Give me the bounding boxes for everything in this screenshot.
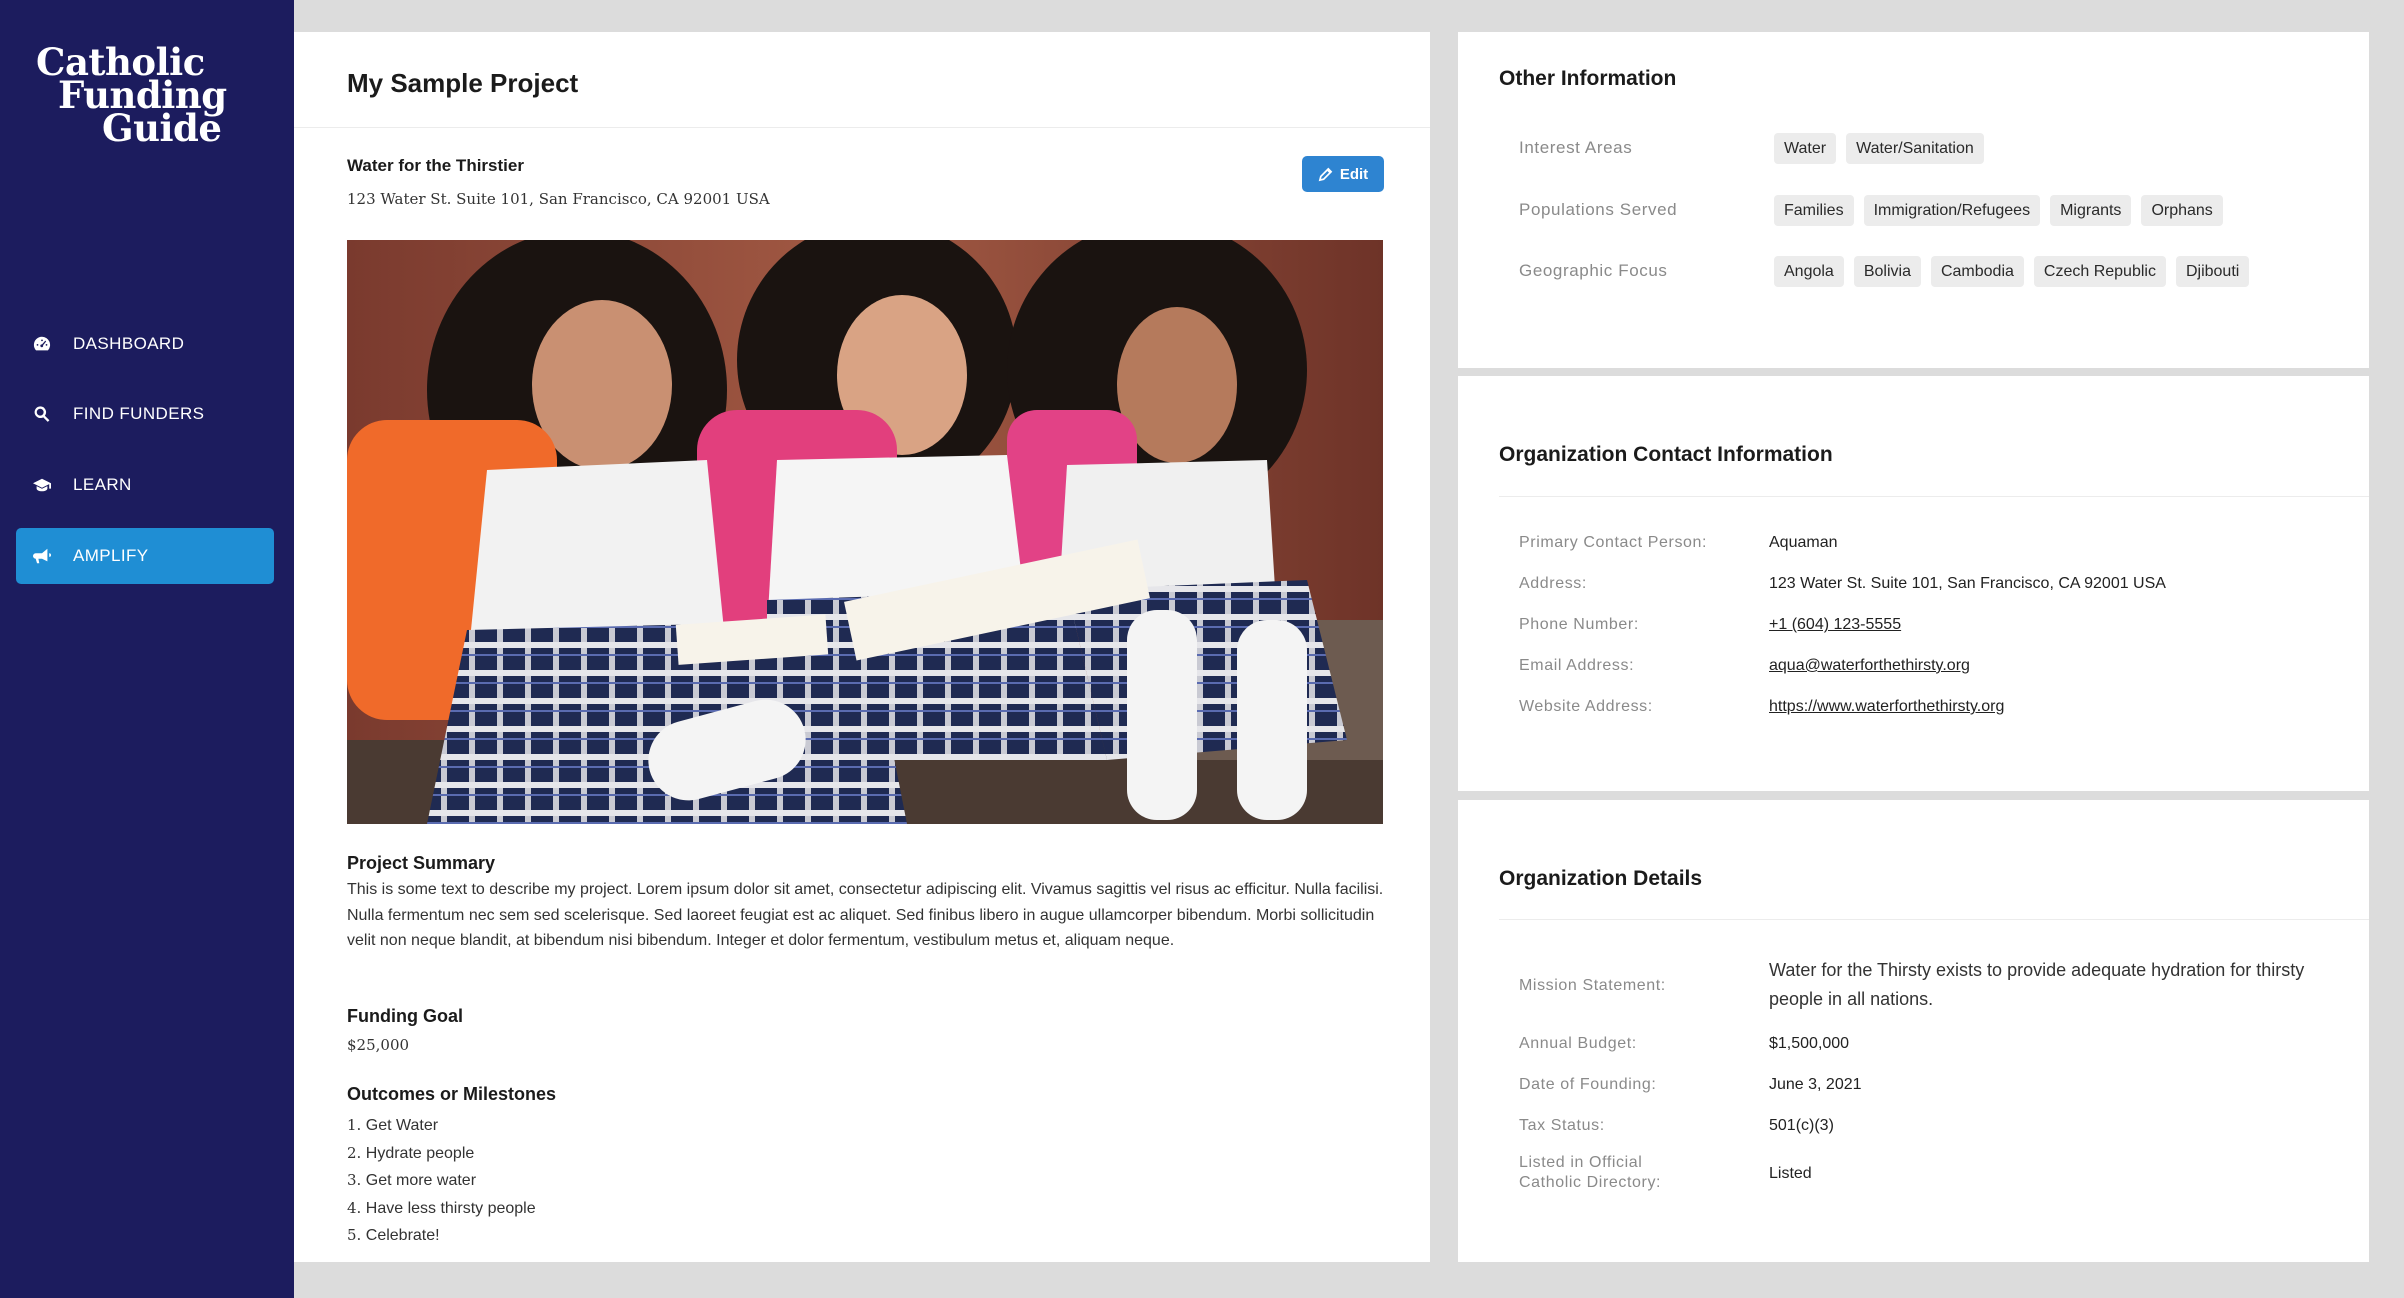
milestones-heading: Outcomes or Milestones xyxy=(347,1084,557,1104)
nav-label-amplify: AMPLIFY xyxy=(73,546,149,565)
tag: Immigration/Refugees xyxy=(1863,195,2041,226)
dashboard-icon xyxy=(32,334,52,354)
project-card: My Sample Project Water for the Thirstie… xyxy=(294,32,1430,1262)
email-link[interactable]: aqua@waterforthethirsty.org xyxy=(1769,656,1970,676)
list-item-number: 3. xyxy=(347,1171,362,1189)
nav-label-dashboard: DASHBOARD xyxy=(73,334,185,353)
project-header: My Sample Project xyxy=(294,32,1430,128)
interest-areas-tags: Water Water/Sanitation xyxy=(1774,133,1984,164)
organization-details-card: Organization Details Mission Statement: … xyxy=(1458,800,2369,1262)
tag: Orphans xyxy=(2141,195,2223,226)
address-value: 123 Water St. Suite 101, San Francisco, … xyxy=(1769,575,2166,592)
milestones-list: 1. Get Water 2. Hydrate people 3. Get mo… xyxy=(347,1112,536,1250)
website-link[interactable]: https://www.waterforthethirsty.org xyxy=(1769,697,2004,717)
contact-information-title: Organization Contact Information xyxy=(1499,443,1833,466)
organization-details-title: Organization Details xyxy=(1499,867,1703,890)
catholic-directory-label-line-1: Listed in Official xyxy=(1519,1154,1643,1171)
populations-served-label: Populations Served xyxy=(1519,200,1678,219)
list-item-number: 4. xyxy=(347,1198,362,1217)
primary-contact-label: Primary Contact Person: xyxy=(1519,534,1708,551)
list-item-text: Hydrate people xyxy=(365,1144,475,1162)
list-item: 2. Hydrate people xyxy=(347,1140,536,1168)
nav-item-dashboard[interactable]: DASHBOARD xyxy=(16,316,274,372)
list-item-text: Celebrate! xyxy=(365,1227,440,1244)
list-item: 5. Celebrate! xyxy=(347,1222,536,1250)
edit-button-label: Edit xyxy=(1339,165,1369,183)
annual-budget-value: $1,500,000 xyxy=(1769,1035,1850,1052)
other-information-title: Other Information xyxy=(1499,67,1677,90)
nav-item-learn[interactable]: LEARN xyxy=(16,457,274,513)
tag: Angola xyxy=(1774,256,1844,287)
list-item: 3. Get more water xyxy=(347,1167,536,1195)
page-title: My Sample Project xyxy=(347,68,579,98)
brand-logo[interactable]: Catholic Funding Guide xyxy=(34,44,234,147)
geographic-focus-tags: Angola Bolivia Cambodia Czech Republic D… xyxy=(1774,256,2250,287)
list-item-text: Have less thirsty people xyxy=(365,1199,536,1217)
project-org-address: 123 Water St. Suite 101, San Francisco, … xyxy=(347,190,770,208)
list-item-text: Get Water xyxy=(365,1117,439,1134)
list-item-number: 2. xyxy=(347,1143,362,1162)
populations-served-tags: Families Immigration/Refugees Migrants O… xyxy=(1774,195,2223,226)
list-item: 4. Have less thirsty people xyxy=(347,1195,536,1223)
tag: Djibouti xyxy=(2175,256,2250,287)
date-of-founding-label: Date of Founding: xyxy=(1519,1076,1657,1093)
funding-goal-heading: Funding Goal xyxy=(347,1006,463,1026)
nav-label-find-funders: FIND FUNDERS xyxy=(73,404,205,423)
tag: Migrants xyxy=(2050,195,2132,226)
contact-information-card: Organization Contact Information Primary… xyxy=(1458,376,2369,791)
tag: Bolivia xyxy=(1853,256,1921,287)
funding-goal-value: $25,000 xyxy=(347,1036,410,1054)
list-item: 1. Get Water xyxy=(347,1112,536,1140)
nav-item-amplify[interactable]: AMPLIFY xyxy=(16,528,274,584)
tag: Czech Republic xyxy=(2033,256,2166,287)
megaphone-icon xyxy=(32,546,52,566)
divider xyxy=(1499,496,2369,497)
list-item-number: 1. xyxy=(347,1116,362,1134)
tax-status-label: Tax Status: xyxy=(1519,1117,1605,1134)
divider xyxy=(1499,919,2369,920)
list-item-number: 5. xyxy=(347,1226,362,1244)
pencil-icon xyxy=(1318,167,1333,181)
catholic-directory-label: Listed in Official Catholic Directory: xyxy=(1519,1153,1661,1193)
phone-label: Phone Number: xyxy=(1519,616,1639,633)
primary-contact-value: Aquaman xyxy=(1769,534,1838,551)
summary-text: This is some text to describe my project… xyxy=(347,881,1384,949)
graduation-cap-icon xyxy=(32,475,52,495)
tag: Water/Sanitation xyxy=(1846,133,1984,164)
edit-button[interactable]: Edit xyxy=(1302,156,1384,192)
project-photo xyxy=(347,240,1383,824)
mission-statement-value: Water for the Thirsty exists to provide … xyxy=(1769,960,2305,1009)
phone-link[interactable]: +1 (604) 123-5555 xyxy=(1769,615,1901,635)
website-label: Website Address: xyxy=(1519,698,1653,715)
tag: Water xyxy=(1774,133,1837,164)
interest-areas-label: Interest Areas xyxy=(1519,138,1633,157)
catholic-directory-value: Listed xyxy=(1769,1165,1812,1182)
mission-statement-label: Mission Statement: xyxy=(1519,977,1666,994)
tax-status-value: 501(c)(3) xyxy=(1769,1117,1834,1134)
catholic-directory-label-line-2: Catholic Directory: xyxy=(1519,1174,1662,1191)
email-label: Email Address: xyxy=(1519,657,1635,674)
other-information-card: Other Information Interest Areas Water W… xyxy=(1458,32,2369,368)
annual-budget-label: Annual Budget: xyxy=(1519,1035,1637,1052)
search-icon xyxy=(32,404,52,424)
summary-heading: Project Summary xyxy=(347,853,496,873)
tag: Cambodia xyxy=(1930,256,2024,287)
project-org-name: Water for the Thirstier xyxy=(347,156,524,175)
geographic-focus-label: Geographic Focus xyxy=(1519,261,1668,280)
sidebar: Catholic Funding Guide DASHBOARD FIND FU… xyxy=(0,0,294,1298)
nav-item-find-funders[interactable]: FIND FUNDERS xyxy=(16,386,274,442)
list-item-text: Get more water xyxy=(365,1172,477,1189)
nav-label-learn: LEARN xyxy=(73,475,132,494)
address-label: Address: xyxy=(1519,575,1587,592)
date-of-founding-value: June 3, 2021 xyxy=(1769,1076,1862,1093)
tag: Families xyxy=(1774,195,1854,226)
